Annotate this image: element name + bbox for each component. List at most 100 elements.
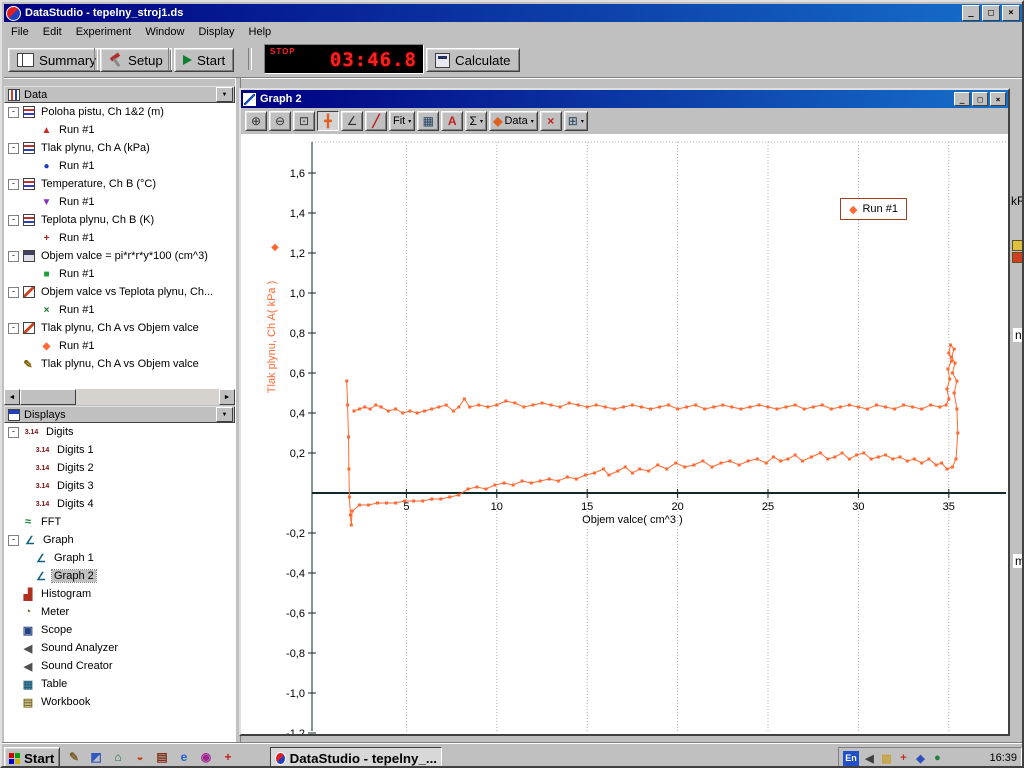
delete-button[interactable]: × <box>540 111 562 131</box>
quick-launch-icon[interactable]: ✎ <box>66 748 82 766</box>
data-item[interactable]: -Teplota plynu, Ch B (K) <box>4 211 235 229</box>
menu-help[interactable]: Help <box>242 24 279 40</box>
tree-collapse-icon[interactable]: - <box>8 535 19 546</box>
run-item[interactable]: ■Run #1 <box>4 265 235 283</box>
fit-line-button[interactable]: ╱ <box>365 111 387 131</box>
start-experiment-button[interactable]: Start <box>174 48 234 72</box>
menu-edit[interactable]: Edit <box>36 24 69 40</box>
tree-collapse-icon[interactable]: - <box>8 427 19 438</box>
display-item[interactable]: ∠Graph 1 <box>4 549 235 567</box>
scroll-right-button[interactable]: ► <box>219 389 235 405</box>
toolbar-separator <box>248 48 252 70</box>
data-menu-button[interactable]: ◆Data▾ <box>489 111 538 131</box>
text-tool-button[interactable]: A <box>441 111 463 131</box>
minimize-button[interactable]: _ <box>954 92 970 106</box>
zoom-out-button[interactable]: ⊖ <box>269 111 291 131</box>
scrollbar-track[interactable] <box>76 389 219 405</box>
tree-collapse-icon[interactable]: - <box>8 215 19 226</box>
menu-window[interactable]: Window <box>138 24 191 40</box>
data-panel-dropdown-button[interactable]: ▼ <box>216 87 233 102</box>
quick-launch-icon[interactable]: ◒ <box>132 748 148 766</box>
run-item[interactable]: +Run #1 <box>4 229 235 247</box>
quick-launch-icon[interactable]: ◩ <box>88 748 104 766</box>
display-item[interactable]: ◀Sound Analyzer <box>4 639 235 657</box>
display-item[interactable]: -3.14Digits <box>4 423 235 441</box>
app-icon <box>6 6 21 21</box>
data-item[interactable]: -Tlak plynu, Ch A vs Objem valce <box>4 319 235 337</box>
run-item[interactable]: ▼Run #1 <box>4 193 235 211</box>
display-item[interactable]: ◀Sound Creator <box>4 657 235 675</box>
data-item[interactable]: -Objem valce vs Teplota plynu, Ch... <box>4 283 235 301</box>
data-item[interactable]: -Poloha pistu, Ch 1&2 (m) <box>4 103 235 121</box>
tray-icon[interactable]: ▨ <box>880 752 893 765</box>
display-item[interactable]: 3.14Digits 4 <box>4 495 235 513</box>
display-item[interactable]: -∠Graph <box>4 531 235 549</box>
graph-window-titlebar[interactable]: Graph 2 _ □ × <box>241 90 1008 108</box>
maximize-button[interactable]: □ <box>972 92 988 106</box>
t tree-collapse-icon[interactable]: - <box>8 251 19 262</box>
tray-icon[interactable]: ● <box>931 752 944 764</box>
menu-display[interactable]: Display <box>191 24 241 40</box>
smart-tool-button[interactable]: ╋ <box>317 111 339 131</box>
zoom-in-button[interactable]: ⊕ <box>245 111 267 131</box>
minimize-button[interactable]: _ <box>962 5 980 21</box>
run-item[interactable]: ×Run #1 <box>4 301 235 319</box>
display-item[interactable]: 3.14Digits 2 <box>4 459 235 477</box>
scroll-left-button[interactable]: ◄ <box>4 389 20 405</box>
slope-tool-button[interactable]: ∠ <box>341 111 363 131</box>
display-item[interactable]: ◔Meter <box>4 603 235 621</box>
data-horizontal-scrollbar[interactable]: ◄ ► <box>4 389 235 405</box>
tree-collapse-icon[interactable]: - <box>8 107 19 118</box>
summary-button[interactable]: Summary <box>8 48 105 72</box>
quick-launch-icon[interactable]: e <box>176 748 192 766</box>
graph-settings-button[interactable]: ⊞▾ <box>564 111 588 131</box>
quick-launch-icon[interactable]: + <box>220 748 236 766</box>
data-item[interactable]: -Objem valce = pi*r*r*y*100 (cm^3) <box>4 247 235 265</box>
tree-collapse-icon[interactable]: - <box>8 143 19 154</box>
graph-canvas[interactable]: -1,2-1,0-0,8-0,6-0,4-0,20,20,40,60,81,01… <box>241 134 1008 734</box>
menu-experiment[interactable]: Experiment <box>69 24 139 40</box>
display-item-selected[interactable]: ∠Graph 2 <box>4 567 235 585</box>
displays-panel-dropdown-button[interactable]: ▼ <box>216 407 233 422</box>
taskbar-task-button[interactable]: DataStudio - tepelny_... <box>270 747 442 768</box>
tree-collapse-icon[interactable]: - <box>8 179 19 190</box>
display-item[interactable]: 3.14Digits 3 <box>4 477 235 495</box>
menu-file[interactable]: File <box>4 24 36 40</box>
zoom-select-button[interactable]: ⊡ <box>293 111 315 131</box>
data-item[interactable]: ✎Tlak plynu, Ch A vs Objem valce <box>4 355 235 373</box>
quick-launch-icon[interactable]: ⌂ <box>110 748 126 766</box>
data-item[interactable]: -Temperature, Ch B (°C) <box>4 175 235 193</box>
tray-icon[interactable]: + <box>897 752 910 764</box>
graph-legend[interactable]: ◆ Run #1 <box>840 198 907 220</box>
run-item[interactable]: ●Run #1 <box>4 157 235 175</box>
start-menu-button[interactable]: Start <box>4 747 60 768</box>
display-item[interactable]: 3.14Digits 1 <box>4 441 235 459</box>
display-item[interactable]: ▟Histogram <box>4 585 235 603</box>
scrollbar-thumb[interactable] <box>20 389 76 405</box>
display-item[interactable]: ≈FFT <box>4 513 235 531</box>
quick-launch-icon[interactable]: ▤ <box>154 748 170 766</box>
run-item[interactable]: ▲Run #1 <box>4 121 235 139</box>
data-item[interactable]: -Tlak plynu, Ch A (kPa) <box>4 139 235 157</box>
fit-menu-button[interactable]: Fit▾ <box>389 111 415 131</box>
tree-collapse-icon[interactable]: - <box>8 287 19 298</box>
run-item[interactable]: ◆Run #1 <box>4 337 235 355</box>
statistics-button[interactable]: Σ▾ <box>465 111 487 131</box>
language-indicator[interactable]: En <box>843 751 859 766</box>
tree-collapse-icon[interactable]: - <box>8 323 19 334</box>
display-item[interactable]: ▣Scope <box>4 621 235 639</box>
speaker-icon[interactable]: ◀ <box>863 752 876 765</box>
calculator-button[interactable]: ▦ <box>417 111 439 131</box>
close-button[interactable]: × <box>990 92 1006 106</box>
tray-icon[interactable]: ◆ <box>914 752 927 765</box>
quick-launch-icon[interactable]: ◉ <box>198 748 214 766</box>
digits-icon: 3.14 <box>34 483 51 490</box>
setup-button[interactable]: Setup <box>100 48 172 72</box>
close-button[interactable]: × <box>1002 5 1020 21</box>
display-item[interactable]: ▤Workbook <box>4 693 235 711</box>
graph-plot-area[interactable]: -1,2-1,0-0,8-0,6-0,4-0,20,20,40,60,81,01… <box>241 134 1008 734</box>
calculate-button[interactable]: Calculate <box>426 48 520 72</box>
display-item[interactable]: ▦Table <box>4 675 235 693</box>
clock[interactable]: 16:39 <box>989 752 1017 764</box>
maximize-button[interactable]: □ <box>982 5 1000 21</box>
